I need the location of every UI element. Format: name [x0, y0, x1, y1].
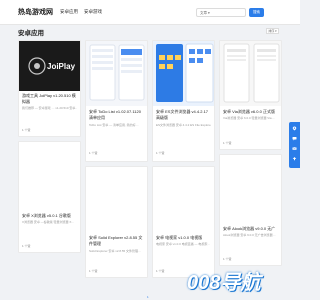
app-title[interactable]: 安卓 电视家 v1.0.0 电视版	[156, 235, 211, 241]
location-icon[interactable]	[292, 126, 297, 131]
browser-screenshot-icon	[223, 43, 280, 103]
app-desc: ToDo List 安卓 — 清单应用, 简约好…	[89, 123, 139, 127]
app-desc: Alook浏览器 安卓 9.0.0 无广告浏览器…	[223, 233, 276, 237]
app-likes: 1 个赞	[89, 151, 98, 155]
app-thumbnail[interactable]	[153, 41, 214, 106]
app-likes: 1 个赞	[223, 141, 232, 145]
app-likes: 1 个赞	[156, 151, 165, 155]
section-title: 安卓应用	[18, 30, 44, 37]
search-type-select[interactable]: 文章 ▾	[200, 11, 210, 16]
search-button[interactable]: 搜索	[249, 8, 264, 17]
site-logo[interactable]: 热岛游戏网	[18, 7, 53, 17]
main-nav: 安卓应用 安卓游戏	[60, 9, 102, 15]
app-title[interactable]: 安卓 ES文件浏览器 v4.4.2.17 高级版	[156, 109, 211, 120]
app-desc: 我们推荐 — 安卓游戏 … v1.20.510 安卓…	[22, 106, 77, 110]
watermark: 008导航	[187, 272, 261, 294]
app-thumbnail[interactable]	[220, 41, 281, 106]
app-likes: 1 个赞	[223, 257, 232, 261]
app-thumbnail[interactable]	[153, 167, 214, 232]
pager-current[interactable]: 1	[147, 295, 149, 299]
sort-button[interactable]: 排序 ▾	[266, 28, 279, 34]
app-title[interactable]: 游戏工具 JoiPlay v1.20.510 模拟器	[22, 93, 77, 104]
app-thumbnail[interactable]	[19, 142, 80, 210]
app-card[interactable]: 安卓 电视家 v1.0.0 电视版 电视家 安卓 v1.0.0 电视直播 — 电…	[152, 166, 215, 278]
app-thumbnail[interactable]	[86, 167, 147, 232]
app-card[interactable]: JoiPlay 游戏工具 JoiPlay v1.20.510 模拟器 我们推荐 …	[18, 40, 81, 137]
app-title[interactable]: 安卓 ToDo List v1.02.07.1120 清单应用	[89, 109, 144, 120]
app-likes: 1 个赞	[89, 269, 98, 273]
app-likes: 1 个赞	[22, 244, 31, 248]
app-thumbnail[interactable]	[86, 41, 147, 106]
site-header: 热岛游戏网 安卓应用 安卓游戏 文章 ▾ 搜索	[0, 0, 300, 25]
app-thumbnail[interactable]	[220, 155, 281, 223]
app-title[interactable]: 安卓 Solid Explorer v2.8.55 文件管理	[89, 235, 144, 246]
app-likes: 1 个赞	[156, 269, 165, 273]
app-likes: 1 个赞	[22, 128, 31, 132]
app-card[interactable]: 安卓 ES文件浏览器 v4.4.2.17 高级版 ES文件浏览器 安卓 4.4.…	[152, 40, 215, 162]
nav-item-android-apps[interactable]: 安卓应用	[60, 9, 78, 15]
arrow-up-icon[interactable]	[292, 156, 297, 161]
app-desc: Solid Explorer 安卓 v2.8.55 文件管理…	[89, 249, 142, 253]
app-title[interactable]: 安卓 Via浏览器 v6.0.0 正式版	[223, 109, 278, 115]
search-input[interactable]	[211, 10, 245, 16]
svg-text:JoiPlay: JoiPlay	[47, 62, 76, 71]
mail-icon[interactable]	[292, 146, 297, 151]
app-card[interactable]: 安卓 Alook浏览器 v9.0.0 无广告 Alook浏览器 安卓 9.0.0…	[219, 154, 282, 266]
nav-item-android-games[interactable]: 安卓游戏	[84, 9, 102, 15]
app-desc: Via浏览器 安卓 6.0.0 轻量浏览器 Via…	[223, 116, 275, 120]
floating-toolbar	[289, 122, 300, 168]
chat-icon[interactable]	[292, 136, 297, 141]
app-card[interactable]: 安卓 ToDo List v1.02.07.1120 清单应用 ToDo Lis…	[85, 40, 148, 162]
app-title[interactable]: 安卓 Alook浏览器 v9.0.0 无广告	[223, 226, 278, 232]
todo-screenshot-icon	[89, 44, 145, 101]
app-card[interactable]: 安卓 X浏览器 v5.0.1 谷歌版 X浏览器 安卓 —谷歌版 轻量浏览器 X……	[18, 141, 81, 253]
app-desc: 电视家 安卓 v1.0.0 电视直播 — 电视家…	[156, 242, 211, 246]
app-desc: X浏览器 安卓 —谷歌版 轻量浏览器 X…	[22, 220, 75, 224]
app-desc: ES文件浏览器 安卓 4.4.2 ES File Explorer…	[156, 123, 211, 127]
search-box: 文章 ▾	[196, 8, 246, 17]
app-title[interactable]: 安卓 X浏览器 v5.0.1 谷歌版	[22, 213, 77, 219]
app-thumbnail[interactable]: JoiPlay	[19, 41, 80, 91]
app-card[interactable]: 安卓 Via浏览器 v6.0.0 正式版 Via浏览器 安卓 6.0.0 轻量浏…	[219, 40, 282, 150]
joiplay-logo-icon: JoiPlay	[28, 57, 76, 75]
app-card[interactable]: 安卓 Solid Explorer v2.8.55 文件管理 Solid Exp…	[85, 166, 148, 278]
file-explorer-screenshot-icon	[156, 43, 214, 103]
